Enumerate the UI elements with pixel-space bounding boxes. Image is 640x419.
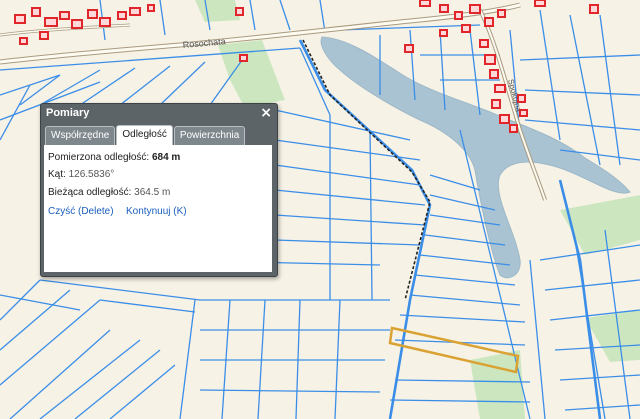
measured-distance-value: 684 m xyxy=(151,152,181,163)
panel-body: Pomierzona odległość: 684 m Kąt: 126.583… xyxy=(44,145,272,272)
measurement-panel: Pomiary × Współrzędne Odległość Powierzchn… xyxy=(40,103,278,277)
tab-area[interactable]: Powierzchnia xyxy=(173,126,246,145)
continue-button[interactable]: Kontynuuj (K) xyxy=(126,206,187,217)
tab-distance[interactable]: Odległość xyxy=(116,125,173,145)
close-icon[interactable]: × xyxy=(260,105,272,121)
current-distance-row: Bieżąca odległość: 364.5 m xyxy=(48,187,170,198)
measured-distance-row: Pomierzona odległość: 684 m xyxy=(48,152,180,163)
angle-value: 126.5836° xyxy=(68,169,115,180)
current-distance-label: Bieżąca odległość: xyxy=(48,187,132,198)
current-distance-value: 364.5 m xyxy=(134,187,171,198)
tab-coordinates[interactable]: Współrzędne xyxy=(45,126,116,145)
angle-row: Kąt: 126.5836° xyxy=(48,169,114,180)
panel-tabs: Współrzędne Odległość Powierzchnia xyxy=(45,125,246,145)
angle-label: Kąt: xyxy=(48,169,66,180)
clear-button[interactable]: Czyść (Delete) xyxy=(48,206,114,217)
measured-distance-label: Pomierzona odległość: xyxy=(48,152,150,163)
panel-title: Pomiary xyxy=(46,107,90,119)
